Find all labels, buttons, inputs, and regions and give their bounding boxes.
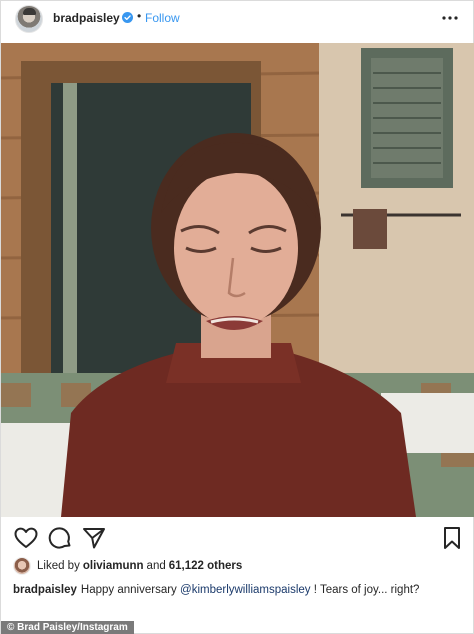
liker-avatar[interactable] <box>13 557 31 575</box>
likes-prefix: Liked by <box>37 560 80 572</box>
paper-plane-icon[interactable] <box>81 525 107 551</box>
username-link[interactable]: bradpaisley <box>53 11 120 25</box>
likes-and: and <box>146 560 166 572</box>
post-photo-illustration <box>1 43 474 517</box>
comment-bubble-icon[interactable] <box>47 525 73 551</box>
profile-avatar[interactable] <box>15 5 43 33</box>
verified-badge-icon <box>122 12 133 23</box>
caption-text-before: Happy anniversary <box>80 584 177 596</box>
post-caption: bradpaisley Happy anniversary @kimberlywi… <box>13 584 419 596</box>
action-bar <box>1 519 474 559</box>
photo-credit: © Brad Paisley/Instagram <box>1 621 134 634</box>
post-photo[interactable] <box>1 43 474 517</box>
heart-icon[interactable] <box>13 525 39 551</box>
post-header: bradpaisley • Follow <box>1 1 474 39</box>
likes-count[interactable]: 61,122 others <box>169 560 243 572</box>
separator-dot: • <box>137 9 142 23</box>
caption-username[interactable]: bradpaisley <box>13 584 77 596</box>
likes-summary: Liked by oliviamunn and 61,122 others <box>13 557 242 575</box>
instagram-post: bradpaisley • Follow Liked by oliviamunn… <box>0 0 474 634</box>
caption-mention[interactable]: @kimberlywilliamspaisley <box>180 584 311 596</box>
follow-button[interactable]: Follow <box>145 11 180 25</box>
caption-text-after: ! Tears of joy... right? <box>313 584 420 596</box>
bookmark-icon[interactable] <box>439 525 465 551</box>
liker-username[interactable]: oliviamunn <box>83 560 144 572</box>
more-options-icon[interactable] <box>440 11 460 25</box>
